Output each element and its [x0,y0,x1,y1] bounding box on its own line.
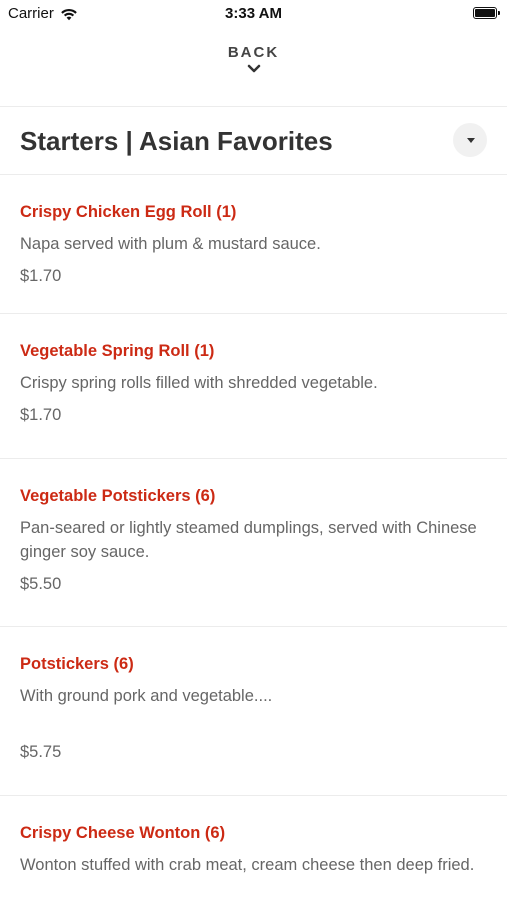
menu-item[interactable]: Vegetable Spring Roll (1) Crispy spring … [0,314,507,459]
item-description: With ground pork and vegetable.... [20,687,273,705]
caret-down-icon [467,138,475,143]
section-title: Starters | Asian Favorites [20,126,333,156]
menu-item[interactable]: Crispy Cheese Wonton (6) Wonton stuffed … [0,796,507,916]
item-description: Pan-seared or lightly steamed dumplings,… [20,519,477,561]
header-divider [0,106,507,107]
item-name: Crispy Chicken Egg Roll (1) [20,203,237,221]
battery-icon [473,7,500,19]
status-time: 3:33 AM [225,5,282,22]
item-name: Potstickers (6) [20,655,134,673]
menu-item[interactable]: Vegetable Potstickers (6) Pan-seared or … [0,459,507,627]
item-price: $1.70 [20,406,62,424]
item-price: $1.70 [20,267,62,285]
item-name: Crispy Cheese Wonton (6) [20,824,226,842]
section-dropdown-button[interactable] [453,123,487,157]
item-price: $5.50 [20,575,62,593]
item-name: Vegetable Spring Roll (1) [20,342,215,360]
back-button[interactable]: BACK [0,44,507,96]
item-description: Napa served with plum & mustard sauce. [20,235,321,253]
item-description: Crispy spring rolls filled with shredded… [20,374,378,392]
section-header: Starters | Asian Favorites [0,108,507,174]
item-price: $5.75 [20,743,62,761]
back-label: BACK [227,44,280,61]
menu-item[interactable]: Potstickers (6) With ground pork and veg… [0,627,507,796]
menu-item[interactable]: Crispy Chicken Egg Roll (1) Napa served … [0,175,507,314]
chevron-down-icon [247,64,260,73]
item-name: Vegetable Potstickers (6) [20,487,216,505]
item-description: Wonton stuffed with crab meat, cream che… [20,856,475,874]
status-bar: Carrier 3:33 AM [0,0,507,28]
menu-item-list: Crispy Chicken Egg Roll (1) Napa served … [0,175,507,916]
